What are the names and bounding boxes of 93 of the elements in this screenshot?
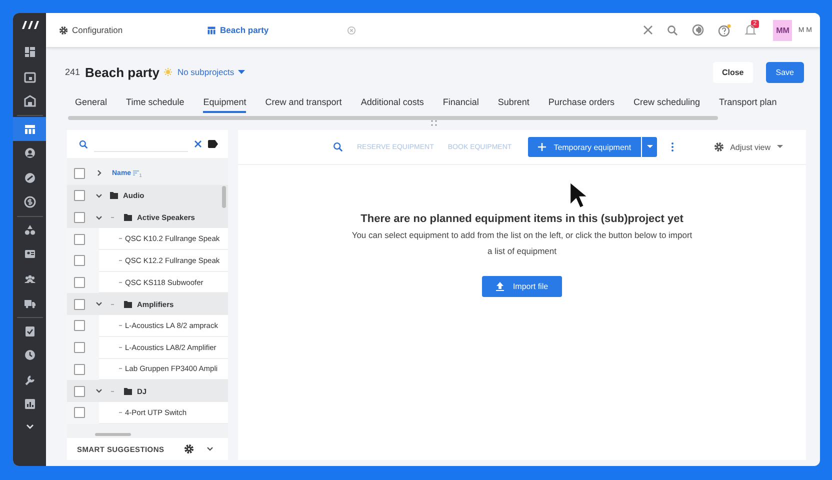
bell-icon xyxy=(744,24,756,36)
table-icon[interactable] xyxy=(24,122,36,135)
folder-icon xyxy=(124,300,132,308)
tag-icon[interactable] xyxy=(208,140,218,148)
search-icon[interactable] xyxy=(666,24,678,36)
folder-icon xyxy=(110,192,118,200)
checkbox[interactable] xyxy=(74,255,85,266)
checkbox[interactable] xyxy=(74,407,85,418)
temporary-equipment-button[interactable]: Temporary equipment xyxy=(528,137,642,157)
chevron-down-icon[interactable] xyxy=(95,300,103,308)
checkbox[interactable] xyxy=(74,277,85,288)
subprojects-dropdown[interactable]: No subprojects xyxy=(177,67,246,77)
help-icon[interactable] xyxy=(718,24,731,36)
clipboard-check-icon[interactable] xyxy=(24,324,36,337)
checkbox[interactable] xyxy=(74,320,85,332)
scrollbar-thumb[interactable] xyxy=(95,433,131,436)
tree-dash xyxy=(111,304,114,305)
folder-icon xyxy=(124,388,132,395)
tab[interactable]: Additional costs xyxy=(360,97,424,113)
search-icon[interactable] xyxy=(333,142,343,152)
tab[interactable]: Crew scheduling xyxy=(633,97,700,113)
sidebar-item[interactable] xyxy=(13,116,46,141)
warehouse-icon[interactable] xyxy=(24,95,36,108)
scrollbar-thumb[interactable] xyxy=(222,186,226,208)
empty-state-message: You can select equipment to add from the list on the left, or click the button below to import a list of equipment xyxy=(350,229,694,258)
chevron-down-icon[interactable] xyxy=(95,192,103,200)
checkbox[interactable] xyxy=(74,364,85,375)
search-icon[interactable] xyxy=(79,140,88,148)
chevron-right-icon[interactable] xyxy=(95,169,103,177)
tab[interactable]: Financial xyxy=(442,97,479,113)
clock-icon[interactable] xyxy=(24,349,36,362)
import-file-button[interactable]: Import file xyxy=(482,276,562,297)
checkbox[interactable] xyxy=(74,234,85,245)
sort-icon xyxy=(133,170,140,176)
settings-icon xyxy=(59,26,68,34)
project-title: Beach party xyxy=(85,64,160,80)
dashboard-icon[interactable] xyxy=(24,46,36,58)
checkbox[interactable] xyxy=(74,168,85,178)
tab[interactable]: General xyxy=(75,97,108,113)
table-icon xyxy=(207,26,216,34)
wrench-icon[interactable] xyxy=(24,374,36,386)
drag-handle-icon[interactable] xyxy=(430,119,438,127)
tab[interactable]: Purchase orders xyxy=(548,97,614,113)
save-button[interactable]: Save xyxy=(766,62,804,82)
more-icon[interactable] xyxy=(671,142,674,152)
settings-icon[interactable] xyxy=(184,444,194,454)
folder-icon xyxy=(124,214,132,222)
caret-down-icon xyxy=(776,145,783,149)
upload-icon xyxy=(496,282,504,291)
checkbox[interactable] xyxy=(74,298,85,310)
tab[interactable]: Subrent xyxy=(498,97,530,113)
settings-icon xyxy=(714,142,724,152)
sun-icon xyxy=(164,68,172,76)
tab[interactable]: Time schedule xyxy=(126,97,184,113)
tree-dash xyxy=(119,324,122,326)
tree-dash xyxy=(119,238,122,240)
bar-chart-icon[interactable] xyxy=(24,398,36,410)
shapes-icon[interactable] xyxy=(24,224,36,236)
chevron-down-icon[interactable] xyxy=(95,214,103,222)
caret-down-icon xyxy=(646,145,653,149)
theme-icon[interactable] xyxy=(692,24,704,36)
project-number: 241 xyxy=(65,67,80,77)
dropdown-button[interactable] xyxy=(642,137,658,157)
checkbox[interactable] xyxy=(74,386,85,397)
clear-icon[interactable] xyxy=(194,140,202,148)
tab[interactable]: Crew and transport xyxy=(265,97,342,113)
logo-icon[interactable] xyxy=(20,20,40,30)
notifications-button[interactable] xyxy=(744,24,756,36)
window-tab[interactable]: Configuration xyxy=(59,25,193,35)
caret-down-icon[interactable] xyxy=(238,70,246,74)
close-icon[interactable] xyxy=(642,25,653,35)
scrollbar-thumb[interactable] xyxy=(68,116,718,120)
adjust-view-dropdown[interactable]: Adjust view xyxy=(714,142,783,152)
chevron-down-icon[interactable] xyxy=(95,387,103,396)
chevron-down-icon[interactable] xyxy=(206,445,214,453)
chevron-down-icon[interactable] xyxy=(24,422,34,430)
tree-dash xyxy=(111,217,114,218)
dollar-icon[interactable] xyxy=(24,196,36,208)
people-icon[interactable] xyxy=(24,272,36,285)
close-button[interactable]: Close xyxy=(712,62,753,82)
plus-icon xyxy=(538,143,546,151)
truck-icon[interactable] xyxy=(24,297,36,310)
user-avatar[interactable]: MM xyxy=(773,20,792,40)
checkbox[interactable] xyxy=(74,212,85,224)
tree-dash xyxy=(119,260,122,261)
tab[interactable]: Transport plan xyxy=(719,97,777,113)
person-icon[interactable] xyxy=(24,147,36,160)
contact-card-icon[interactable] xyxy=(24,248,36,260)
empty-state-title: There are no planned equipment items in this (sub)project yet xyxy=(360,213,684,225)
checkbox[interactable] xyxy=(74,190,85,202)
checkbox[interactable] xyxy=(74,342,85,354)
tab[interactable]: Equipment xyxy=(203,97,246,113)
window-tab[interactable]: Beach party xyxy=(207,25,341,35)
